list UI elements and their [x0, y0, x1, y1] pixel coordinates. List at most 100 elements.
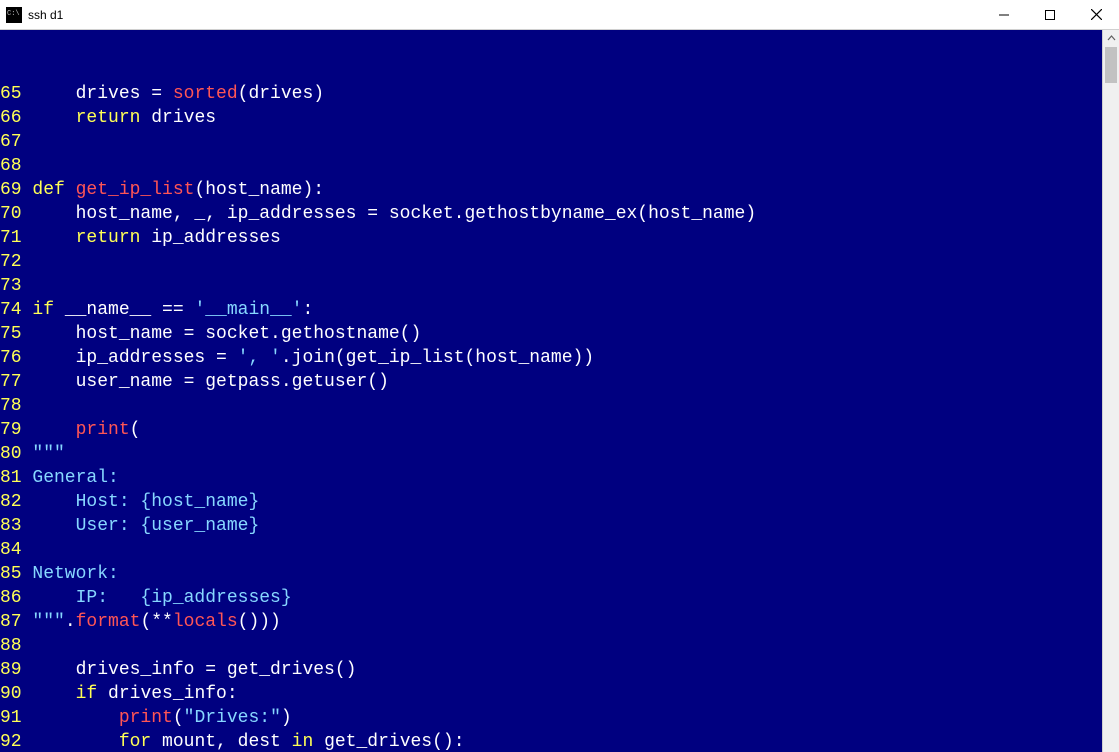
code-line: 70 host_name, _, ip_addresses = socket.g…: [0, 202, 1102, 226]
code-token: .join(get_ip_list(host_name)): [281, 348, 594, 368]
line-number: 68: [0, 154, 22, 178]
scroll-track[interactable]: [1103, 47, 1119, 752]
scroll-up-button[interactable]: [1103, 30, 1119, 47]
code-line: 87 """.format(**locals())): [0, 610, 1102, 634]
line-number: 91: [0, 706, 22, 730]
code-token: """: [32, 612, 64, 632]
code-line: 86 IP: {ip_addresses}: [0, 586, 1102, 610]
scroll-thumb[interactable]: [1105, 47, 1117, 83]
close-icon: [1091, 9, 1102, 20]
line-number: 77: [0, 370, 22, 394]
line-number: 88: [0, 634, 22, 658]
code-token: """: [32, 444, 64, 464]
line-number: 66: [0, 106, 22, 130]
code-token: ', ': [238, 348, 281, 368]
line-number: 73: [0, 274, 22, 298]
line-number: 70: [0, 202, 22, 226]
code-token: ip_addresses =: [32, 348, 237, 368]
code-line: 89 drives_info = get_drives(): [0, 658, 1102, 682]
code-token: .: [65, 612, 76, 632]
line-number: 86: [0, 586, 22, 610]
code-token: [32, 420, 75, 440]
code-token: __name__ ==: [54, 300, 194, 320]
code-line: 90 if drives_info:: [0, 682, 1102, 706]
code-token: locals: [173, 612, 238, 632]
line-number: 90: [0, 682, 22, 706]
window-title: ssh d1: [28, 8, 63, 22]
maximize-icon: [1045, 10, 1055, 20]
code-token: User: {user_name}: [32, 516, 259, 536]
code-token: [32, 684, 75, 704]
code-token: mount, dest: [151, 732, 291, 752]
code-line: 65 drives = sorted(drives): [0, 82, 1102, 106]
line-number: 65: [0, 82, 22, 106]
code-line: 84: [0, 538, 1102, 562]
terminal-client-area: 65 drives = sorted(drives)66 return driv…: [0, 30, 1119, 752]
code-token: format: [76, 612, 141, 632]
code-lines: 65 drives = sorted(drives)66 return driv…: [0, 78, 1102, 752]
code-token: [32, 228, 75, 248]
code-token: get_ip_list: [76, 180, 195, 200]
code-token: (: [173, 708, 184, 728]
code-token: Host: {host_name}: [32, 492, 259, 512]
code-token: [32, 732, 118, 752]
code-token: get_drives():: [313, 732, 464, 752]
line-number: 92: [0, 730, 22, 752]
code-token: drives =: [32, 84, 172, 104]
line-number: 83: [0, 514, 22, 538]
line-number: 72: [0, 250, 22, 274]
code-token: print: [76, 420, 130, 440]
code-token: host_name = socket.gethostname(): [32, 324, 421, 344]
line-number: 75: [0, 322, 22, 346]
code-token: (drives): [238, 84, 324, 104]
line-number: 85: [0, 562, 22, 586]
code-line: 67: [0, 130, 1102, 154]
cmd-icon: [6, 7, 22, 23]
code-token: if: [76, 684, 98, 704]
maximize-button[interactable]: [1027, 0, 1073, 30]
close-button[interactable]: [1073, 0, 1119, 30]
line-number: 71: [0, 226, 22, 250]
code-line: 88: [0, 634, 1102, 658]
line-number: 80: [0, 442, 22, 466]
code-line: 92 for mount, dest in get_drives():: [0, 730, 1102, 752]
code-token: Network:: [32, 564, 118, 584]
code-line: 82 Host: {host_name}: [0, 490, 1102, 514]
code-line: 73: [0, 274, 1102, 298]
code-token: (: [130, 420, 141, 440]
editor[interactable]: 65 drives = sorted(drives)66 return driv…: [0, 30, 1102, 752]
code-token: return: [76, 108, 141, 128]
code-token: def: [32, 180, 75, 200]
code-token: '__main__': [194, 300, 302, 320]
code-line: 68: [0, 154, 1102, 178]
code-line: 66 return drives: [0, 106, 1102, 130]
code-token: host_name, _, ip_addresses = socket.geth…: [32, 204, 756, 224]
code-token: return: [76, 228, 141, 248]
code-line: 75 host_name = socket.gethostname(): [0, 322, 1102, 346]
code-token: in: [292, 732, 314, 752]
line-number: 89: [0, 658, 22, 682]
code-token: drives_info:: [97, 684, 237, 704]
chevron-up-icon: [1107, 34, 1116, 43]
line-number: 67: [0, 130, 22, 154]
code-line: 69 def get_ip_list(host_name):: [0, 178, 1102, 202]
code-token: drives: [140, 108, 216, 128]
code-line: 81 General:: [0, 466, 1102, 490]
code-line: 72: [0, 250, 1102, 274]
vertical-scrollbar[interactable]: [1102, 30, 1119, 752]
code-token: (**: [140, 612, 172, 632]
code-line: 76 ip_addresses = ', '.join(get_ip_list(…: [0, 346, 1102, 370]
code-line: 80 """: [0, 442, 1102, 466]
line-number: 74: [0, 298, 22, 322]
code-token: sorted: [173, 84, 238, 104]
code-token: user_name = getpass.getuser(): [32, 372, 388, 392]
minimize-icon: [999, 10, 1009, 20]
code-token: (host_name):: [194, 180, 324, 200]
code-line: 71 return ip_addresses: [0, 226, 1102, 250]
minimize-button[interactable]: [981, 0, 1027, 30]
code-line: 85 Network:: [0, 562, 1102, 586]
code-token: print: [119, 708, 173, 728]
window-titlebar: ssh d1: [0, 0, 1119, 30]
line-number: 82: [0, 490, 22, 514]
code-token: IP: {ip_addresses}: [32, 588, 291, 608]
